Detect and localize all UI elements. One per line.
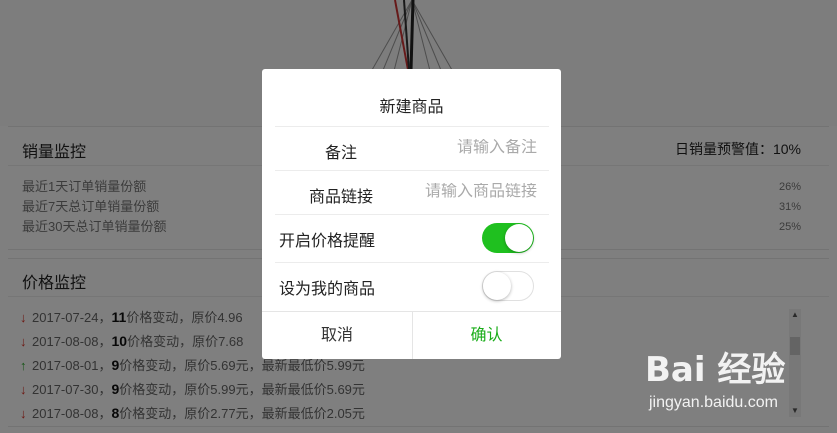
my-product-label: 设为我的商品	[279, 281, 376, 298]
cancel-button[interactable]: 取消	[262, 312, 413, 359]
watermark-logo: Bai 经验	[645, 350, 786, 390]
watermark-url: jingyan.baidu.com	[649, 394, 778, 411]
price-alert-row: 开启价格提醒	[275, 214, 549, 259]
product-link-row: 商品链接	[275, 170, 549, 215]
price-alert-label: 开启价格提醒	[279, 233, 376, 250]
confirm-button[interactable]: 确认	[412, 312, 561, 359]
product-link-input[interactable]	[387, 183, 537, 201]
price-alert-toggle[interactable]	[482, 223, 534, 253]
note-row: 备注	[275, 126, 549, 171]
my-product-toggle[interactable]	[482, 271, 534, 301]
product-link-label: 商品链接	[309, 189, 374, 206]
new-product-dialog: 新建商品 备注 商品链接 开启价格提醒 设为我的商品 取消 确认	[262, 69, 561, 359]
dialog-title: 新建商品	[379, 99, 444, 116]
baidu-jingyan-watermark: Bai 经验 jingyan.baidu.com	[645, 342, 805, 417]
toggle-knob	[483, 272, 511, 300]
note-input[interactable]	[387, 139, 537, 157]
toggle-knob	[505, 224, 533, 252]
note-label: 备注	[325, 145, 358, 162]
dialog-footer: 取消 确认	[262, 311, 561, 359]
my-product-row: 设为我的商品	[275, 262, 549, 307]
